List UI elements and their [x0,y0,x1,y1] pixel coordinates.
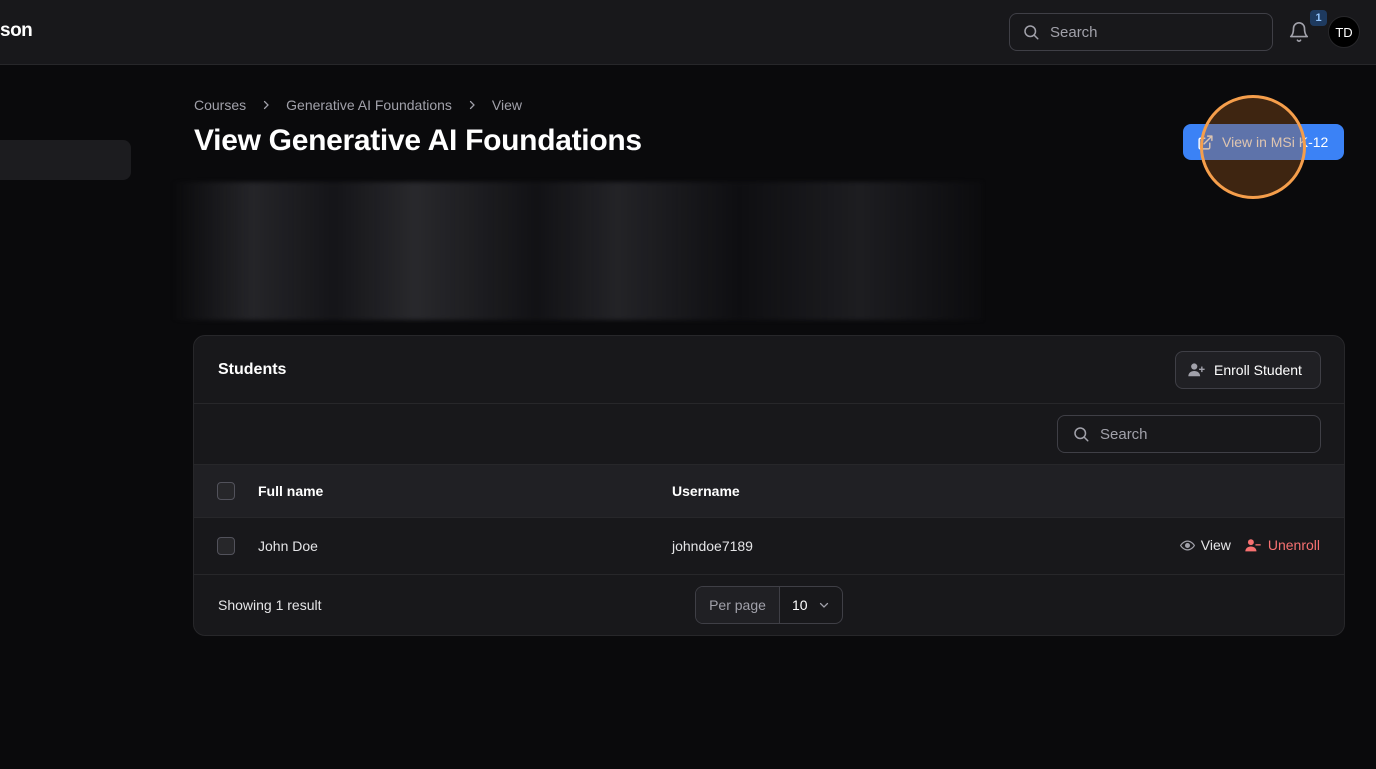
column-username[interactable]: Username [672,483,740,499]
search-icon [1024,25,1039,40]
global-search-input[interactable] [1050,23,1250,41]
view-student-button[interactable]: View [1179,537,1231,553]
row-checkbox[interactable] [217,537,235,555]
table-toolbar [194,404,1344,465]
top-bar: son 1 TD [0,0,1376,65]
unenroll-student-button[interactable]: Unenroll [1245,537,1320,553]
global-search[interactable] [1009,13,1273,51]
per-page-control: Per page 10 [695,586,843,624]
table-header: Full name Username [194,465,1344,518]
notifications-button[interactable] [1288,20,1310,49]
chevron-down-icon [819,602,829,608]
page-title: View Generative AI Foundations [194,124,642,157]
table-search[interactable] [1057,415,1321,453]
table-search-input[interactable] [1100,425,1300,443]
unenroll-student-label: Unenroll [1267,537,1320,553]
breadcrumb-current: View [491,97,523,113]
breadcrumb-courses[interactable]: Courses [194,97,246,113]
user-avatar[interactable]: TD [1328,16,1360,48]
chevron-right-icon [466,99,478,111]
enroll-student-label: Enroll Student [1214,361,1302,378]
chevron-right-icon [260,99,272,111]
bell-icon [1289,22,1309,42]
students-card: Students Enroll Student Full name Userna… [193,335,1345,636]
app-logo[interactable]: son [0,20,33,42]
redacted-course-details [172,182,982,320]
students-title: Students [218,360,287,378]
table-footer: Showing 1 result Per page 10 [194,575,1344,635]
per-page-value: 10 [792,597,808,613]
per-page-select[interactable]: 10 [780,597,842,613]
table-row: John Doe johndoe7189 View Unenroll [194,518,1344,575]
notification-badge: 1 [1310,10,1327,26]
sidebar-item-active[interactable] [0,140,131,180]
search-icon [1074,427,1089,442]
enroll-student-button[interactable]: Enroll Student [1175,350,1321,389]
user-minus-icon [1245,538,1261,551]
select-all-checkbox[interactable] [217,482,235,500]
per-page-label: Per page [696,587,780,623]
row-username: johndoe7189 [672,538,753,554]
user-plus-icon [1188,362,1205,376]
row-full-name: John Doe [258,538,318,554]
view-student-label: View [1200,537,1231,553]
result-count: Showing 1 result [218,597,322,613]
eye-icon [1179,539,1195,551]
breadcrumb-course[interactable]: Generative AI Foundations [286,97,452,113]
column-full-name[interactable]: Full name [258,483,323,499]
click-highlight [1200,95,1306,199]
students-card-header: Students Enroll Student [194,336,1344,404]
breadcrumb: Courses Generative AI Foundations View [194,97,522,113]
row-actions: View Unenroll [1179,537,1320,553]
